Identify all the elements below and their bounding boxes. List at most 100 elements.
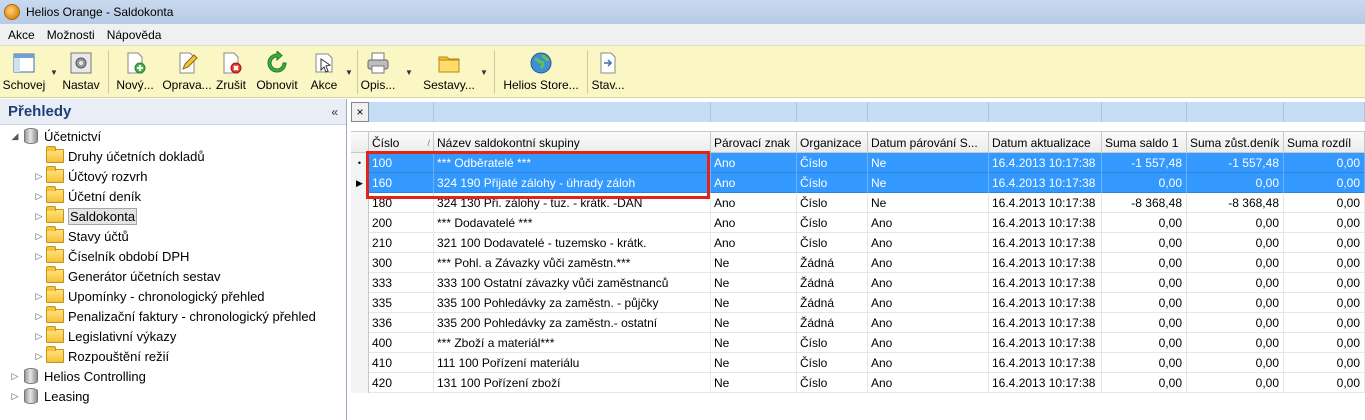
opis-dropdown[interactable]: ▼ (398, 46, 420, 98)
table-cell[interactable]: Ano (868, 293, 989, 313)
table-row[interactable]: 210 321 100 Dodavatelé - tuzemsko - krátk… (351, 233, 1365, 253)
table-cell[interactable]: 336 (369, 313, 434, 333)
table-cell[interactable]: 0,00 (1187, 233, 1284, 253)
table-cell[interactable]: 0,00 (1187, 173, 1284, 193)
row-indicator[interactable]: ▶ (351, 173, 369, 193)
expand-toggle-icon[interactable]: ▷ (34, 291, 44, 302)
table-cell[interactable]: 333 (369, 273, 434, 293)
table-cell[interactable]: *** Pohl. a Závazky vůči zaměstn.*** (434, 253, 711, 273)
table-cell[interactable]: Žádná (797, 273, 868, 293)
zrusit-button[interactable]: Zrušit (213, 46, 249, 98)
table-cell[interactable]: Ano (711, 213, 797, 233)
table-row[interactable]: 336 335 200 Pohledávky za zaměstn.- ostat… (351, 313, 1365, 333)
column-header-organizace[interactable]: Organizace (797, 132, 868, 154)
table-cell[interactable]: Číslo (797, 333, 868, 353)
filter-cell[interactable] (369, 102, 434, 122)
tree-item[interactable]: Generátor účetních sestav (0, 266, 346, 286)
schovej-dropdown[interactable]: ▼ (48, 46, 60, 98)
table-cell[interactable]: 0,00 (1102, 373, 1187, 393)
row-indicator[interactable] (351, 313, 369, 333)
expand-toggle-icon[interactable]: ▷ (34, 171, 44, 182)
table-cell[interactable]: 410 (369, 353, 434, 373)
column-header-parovaci-znak[interactable]: Párovací znak (711, 132, 797, 154)
table-cell[interactable]: 131 100 Pořízení zboží (434, 373, 711, 393)
tree-item[interactable]: ▷ Legislativní výkazy (0, 326, 346, 346)
table-row[interactable]: 410 111 100 Pořízení materiálu Ne Číslo Ano 1… (351, 353, 1365, 373)
filter-cell[interactable] (434, 102, 711, 122)
table-cell[interactable]: 0,00 (1187, 213, 1284, 233)
table-cell[interactable]: 300 (369, 253, 434, 273)
row-indicator[interactable] (351, 193, 369, 213)
table-row[interactable]: 335 335 100 Pohledávky za zaměstn. - půjč… (351, 293, 1365, 313)
table-cell[interactable]: Číslo (797, 193, 868, 213)
schovej-button[interactable]: Schovej (0, 46, 48, 98)
table-cell[interactable]: 420 (369, 373, 434, 393)
table-cell[interactable]: Ne (868, 193, 989, 213)
table-cell[interactable]: -1 557,48 (1187, 153, 1284, 173)
column-header-datum-parovani[interactable]: Datum párování S... (868, 132, 989, 154)
table-cell[interactable]: Ano (711, 153, 797, 173)
table-cell[interactable]: 16.4.2013 10:17:38 (989, 313, 1102, 333)
table-cell[interactable]: 16.4.2013 10:17:38 (989, 253, 1102, 273)
tree-item[interactable]: ▷ Leasing (0, 386, 346, 406)
table-cell[interactable]: 335 100 Pohledávky za zaměstn. - půjčky (434, 293, 711, 313)
table-cell[interactable]: Žádná (797, 253, 868, 273)
table-row[interactable]: 400 *** Zboží a materiál*** Ne Číslo Ano 16.4… (351, 333, 1365, 353)
oprava-button[interactable]: Oprava... (161, 46, 213, 98)
table-cell[interactable]: 335 200 Pohledávky za zaměstn.- ostatní (434, 313, 711, 333)
table-cell[interactable]: 335 (369, 293, 434, 313)
table-cell[interactable]: 0,00 (1102, 293, 1187, 313)
tree-item[interactable]: ▷ Helios Controlling (0, 366, 346, 386)
menu-napoveda[interactable]: Nápověda (103, 28, 166, 42)
table-cell[interactable]: 0,00 (1187, 273, 1284, 293)
table-cell[interactable]: Číslo (797, 173, 868, 193)
sestavy-dropdown[interactable]: ▼ (478, 46, 490, 98)
table-cell[interactable]: Číslo (797, 153, 868, 173)
table-cell[interactable]: Ano (711, 193, 797, 213)
table-cell[interactable]: 16.4.2013 10:17:38 (989, 273, 1102, 293)
expand-toggle-icon[interactable]: ▷ (34, 211, 44, 222)
table-cell[interactable]: 333 100 Ostatní závazky vůči zaměstnanců (434, 273, 711, 293)
tree-item[interactable]: ▷ Rozpouštění režií (0, 346, 346, 366)
table-cell[interactable]: 0,00 (1284, 333, 1365, 353)
table-cell[interactable]: 0,00 (1284, 373, 1365, 393)
tree-item[interactable]: ▷ Účetní deník (0, 186, 346, 206)
nastav-button[interactable]: Nastav (60, 46, 102, 98)
row-indicator[interactable] (351, 213, 369, 233)
filter-cell[interactable] (989, 102, 1102, 122)
table-cell[interactable]: 0,00 (1102, 313, 1187, 333)
table-cell[interactable]: 16.4.2013 10:17:38 (989, 213, 1102, 233)
table-cell[interactable]: Žádná (797, 293, 868, 313)
table-cell[interactable]: 324 190 Přijaté zálohy - úhrady záloh (434, 173, 711, 193)
menu-moznosti[interactable]: Možnosti (43, 28, 99, 42)
table-cell[interactable]: 16.4.2013 10:17:38 (989, 293, 1102, 313)
table-cell[interactable]: 0,00 (1102, 253, 1187, 273)
table-row[interactable]: 180 324 130 Při. zálohy - tuz. - krátk. -… (351, 193, 1365, 213)
column-header-cislo[interactable]: Číslo / (369, 132, 434, 154)
expand-toggle-icon[interactable]: ▷ (10, 391, 20, 402)
table-cell[interactable]: 16.4.2013 10:17:38 (989, 373, 1102, 393)
table-row[interactable]: 300 *** Pohl. a Závazky vůči zaměstn.*** N… (351, 253, 1365, 273)
table-cell[interactable]: 16.4.2013 10:17:38 (989, 233, 1102, 253)
table-row[interactable]: 200 *** Dodavatelé *** Ano Číslo Ano 16.4.201… (351, 213, 1365, 233)
row-indicator[interactable] (351, 373, 369, 393)
tree-item[interactable]: ▷ Saldokonta (0, 206, 346, 226)
table-cell[interactable]: Ano (868, 273, 989, 293)
table-cell[interactable]: 0,00 (1102, 213, 1187, 233)
table-cell[interactable]: 0,00 (1102, 233, 1187, 253)
tree-item[interactable]: ▷ Penalizační faktury - chronologický pře… (0, 306, 346, 326)
filter-cell[interactable] (711, 102, 797, 122)
table-cell[interactable]: Ano (868, 333, 989, 353)
expand-toggle-icon[interactable]: ▷ (34, 231, 44, 242)
table-cell[interactable]: 0,00 (1102, 273, 1187, 293)
tree-item[interactable]: ▷ Upomínky - chronologický přehled (0, 286, 346, 306)
table-cell[interactable]: *** Odběratelé *** (434, 153, 711, 173)
column-header-suma-zust-denik[interactable]: Suma zůst.deník (1187, 132, 1284, 154)
table-cell[interactable]: Číslo (797, 213, 868, 233)
column-header-suma-rozdil[interactable]: Suma rozdíl (1284, 132, 1365, 154)
menu-akce[interactable]: Akce (4, 28, 39, 42)
table-cell[interactable]: Ano (868, 253, 989, 273)
collapse-panel-button[interactable]: « (331, 105, 338, 119)
filter-cell[interactable] (868, 102, 989, 122)
table-cell[interactable]: 16.4.2013 10:17:38 (989, 333, 1102, 353)
